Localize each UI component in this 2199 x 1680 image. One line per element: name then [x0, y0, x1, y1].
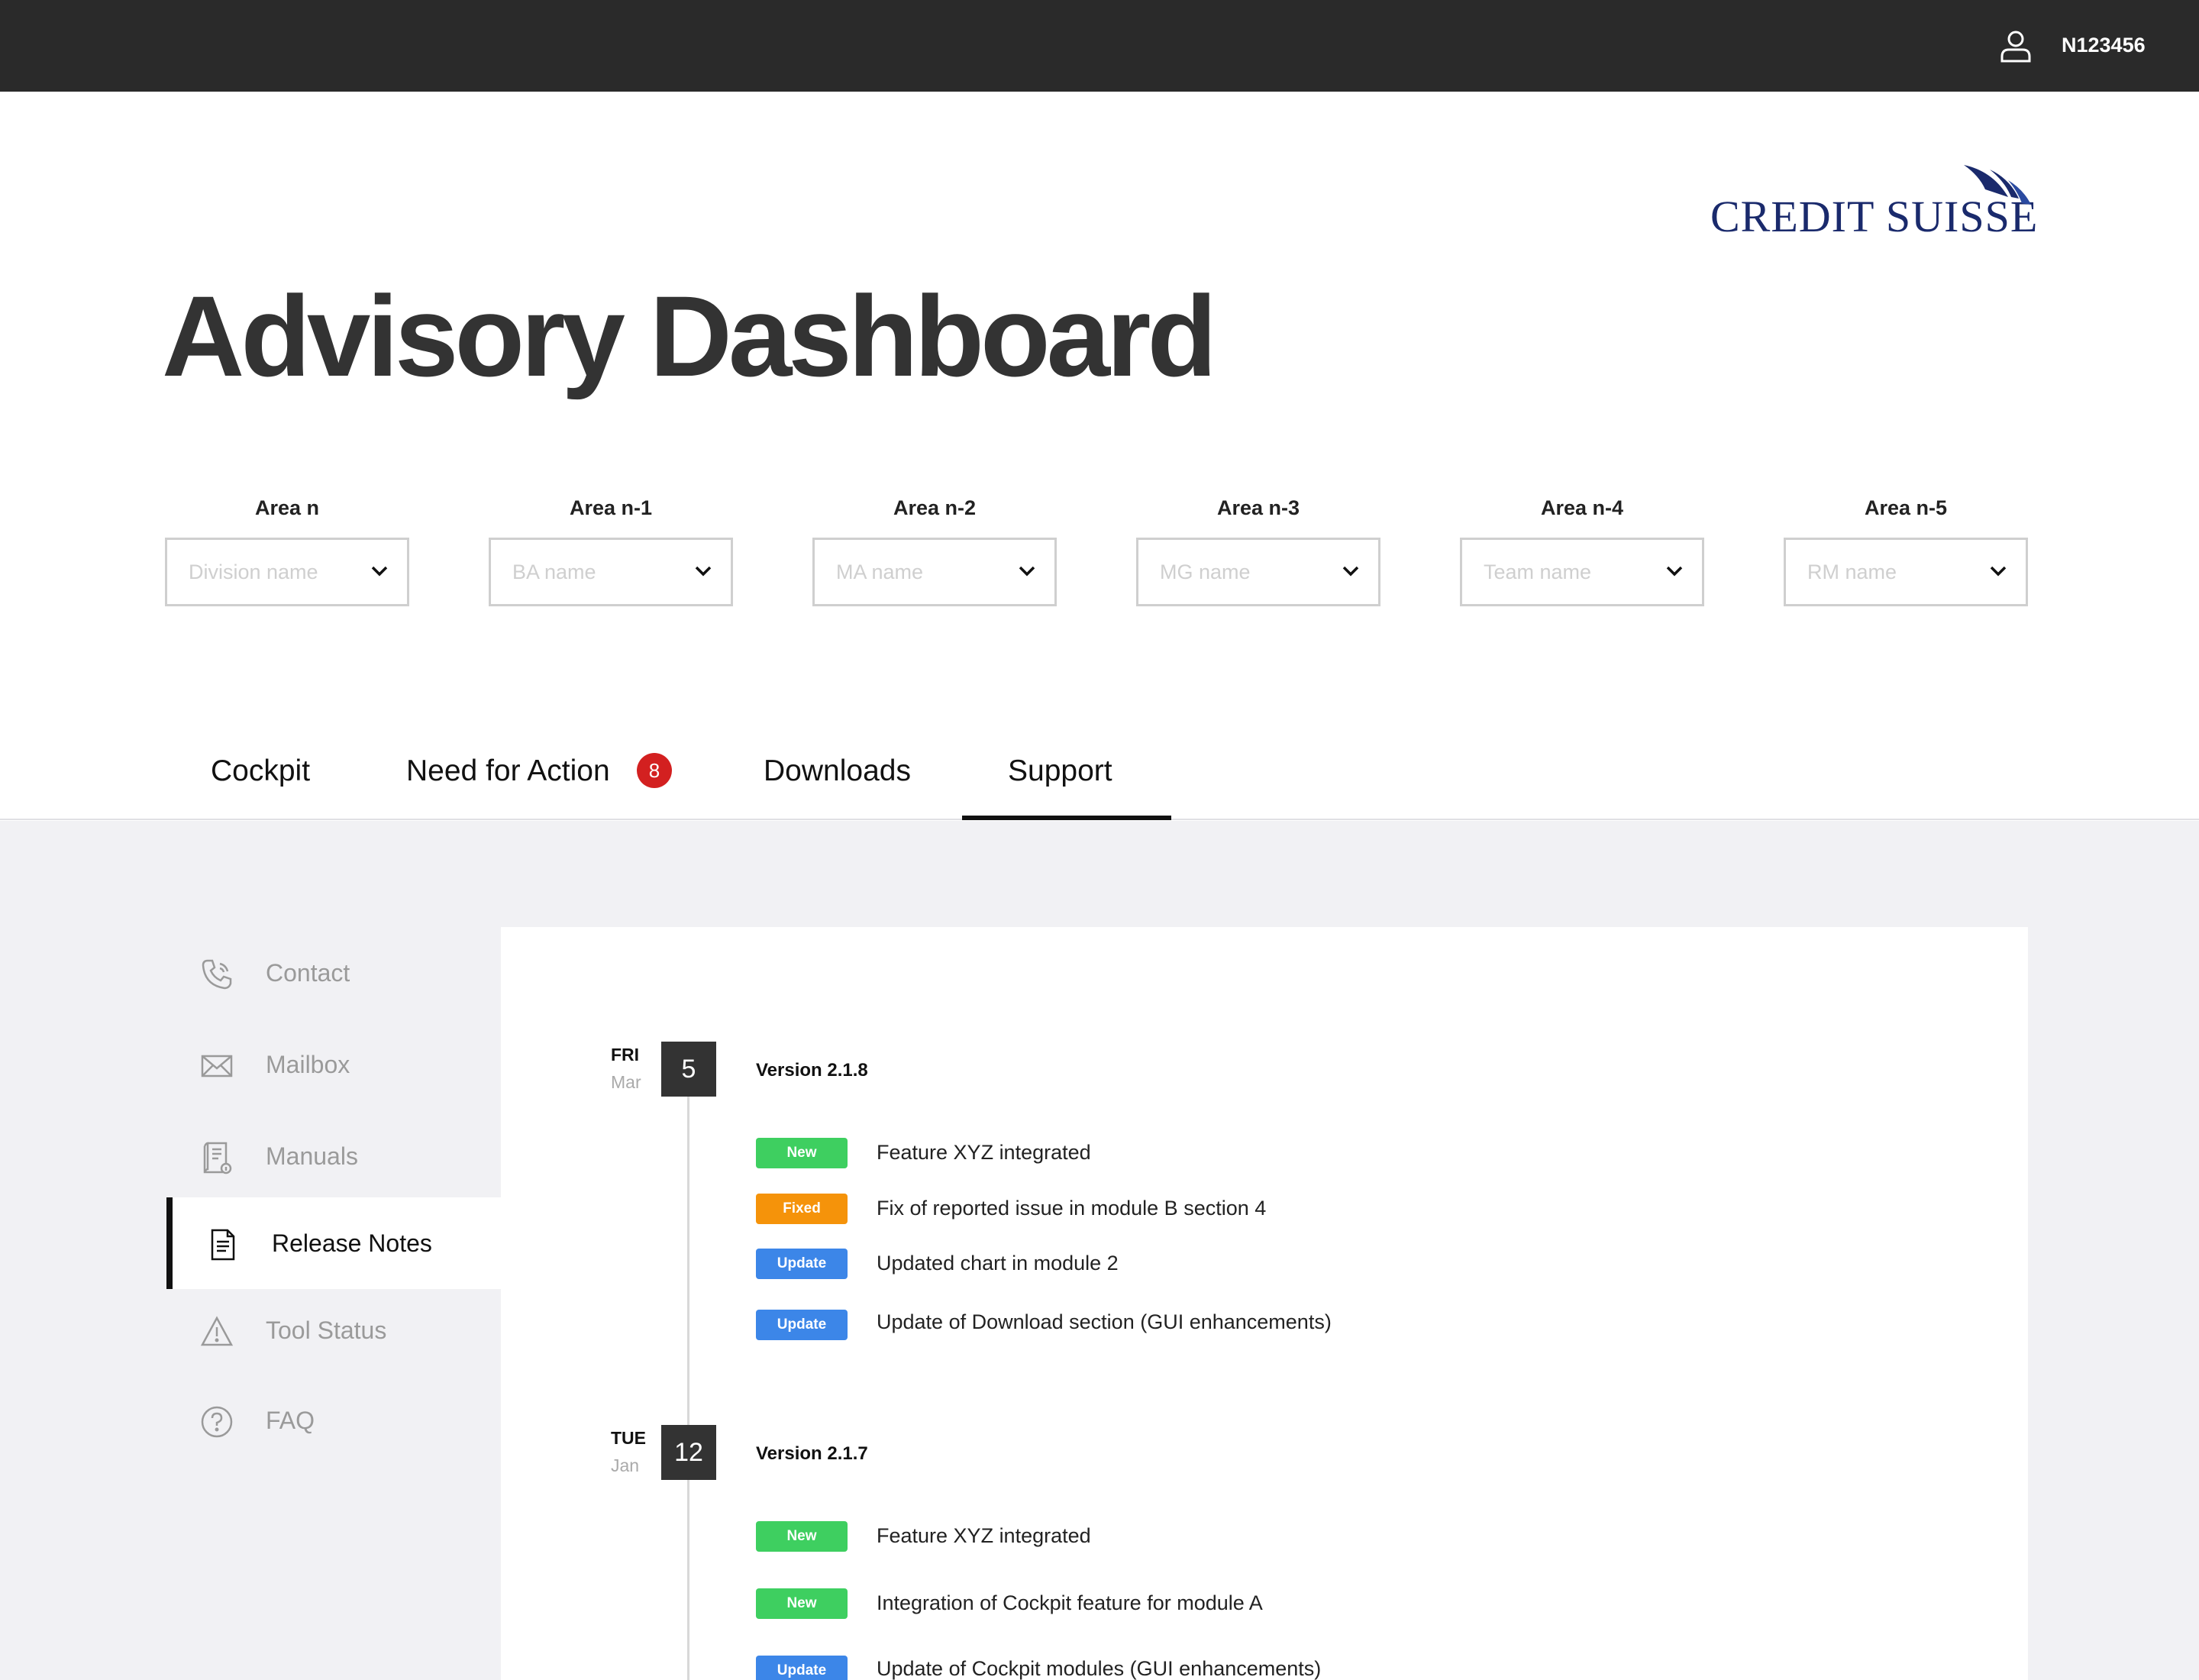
release-day: TUE: [611, 1428, 646, 1448]
tag-new: New: [756, 1521, 848, 1552]
release-month: Jan: [611, 1455, 640, 1475]
filter-placeholder: MG name: [1160, 561, 1251, 583]
filter-label: Area n-1: [569, 496, 653, 519]
sidebar-item-contact[interactable]: Contact: [166, 927, 501, 1019]
filter-label: Area n-5: [1864, 496, 1948, 519]
filter-placeholder: RM name: [1807, 561, 1897, 583]
main-tabs: Cockpit Need for Action Downloads Suppor…: [0, 733, 2199, 820]
sidebar-item-tool-status[interactable]: Tool Status: [166, 1284, 501, 1376]
sidebar-item-release-notes[interactable]: Release Notes: [166, 1197, 501, 1289]
user-id[interactable]: N123456: [2062, 34, 2146, 57]
release-note: Integration of Cockpit feature for modul…: [877, 1591, 1263, 1614]
ba-select[interactable]: BA name: [489, 538, 733, 606]
tag-update: Update: [756, 1656, 848, 1680]
filter-area-n-3: Area n-3 MG name: [1136, 496, 1380, 606]
tab-support[interactable]: Support: [1008, 754, 1112, 788]
chevron-down-icon: [695, 566, 712, 577]
release-note: Fix of reported issue in module B sectio…: [877, 1197, 1267, 1220]
filter-placeholder: Team name: [1484, 561, 1592, 583]
release-note: Feature XYZ integrated: [877, 1141, 1091, 1164]
chevron-down-icon: [1019, 566, 1035, 577]
release-version: Version 2.1.8: [756, 1060, 868, 1081]
tab-cockpit[interactable]: Cockpit: [211, 754, 310, 788]
sidebar-item-label: Contact: [266, 959, 350, 987]
tab-need-for-action[interactable]: Need for Action: [406, 754, 610, 788]
tag-update: Update: [756, 1249, 848, 1279]
tag-update: Update: [756, 1310, 848, 1340]
rm-select[interactable]: RM name: [1784, 538, 2028, 606]
tab-downloads[interactable]: Downloads: [764, 754, 911, 788]
top-bar: [0, 0, 2199, 92]
active-tab-indicator: [962, 816, 1171, 820]
division-select[interactable]: Division name: [165, 538, 409, 606]
filter-label: Area n: [254, 496, 320, 519]
release-notes-panel: [501, 927, 2028, 1680]
tag-new: New: [756, 1138, 848, 1168]
tag-new: New: [756, 1588, 848, 1619]
need-for-action-badge: 8: [637, 753, 672, 788]
mg-select[interactable]: MG name: [1136, 538, 1380, 606]
release-date: 12: [661, 1425, 716, 1480]
release-month: Mar: [611, 1072, 641, 1092]
mail-icon: [201, 1055, 233, 1077]
sidebar-item-label: Tool Status: [266, 1317, 387, 1344]
chevron-down-icon: [1666, 566, 1683, 577]
page-title: Advisory Dashboard: [162, 272, 1217, 400]
release-note: Update of Cockpit modules (GUI enhanceme…: [877, 1657, 1322, 1680]
release-version: Version 2.1.7: [756, 1443, 868, 1464]
filter-label: Area n-3: [1216, 496, 1300, 519]
document-icon: [211, 1229, 235, 1261]
chevron-down-icon: [371, 566, 388, 577]
manual-icon: [203, 1142, 232, 1174]
tag-fixed: Fixed: [756, 1194, 848, 1224]
filter-area-n-4: Area n-4 Team name: [1460, 496, 1704, 606]
phone-icon: [202, 959, 232, 990]
sail-logo-icon: [1964, 165, 2031, 205]
sidebar-item-label: Mailbox: [266, 1051, 350, 1078]
sidebar-item-label: Release Notes: [272, 1229, 432, 1257]
sidebar-item-mailbox[interactable]: Mailbox: [166, 1019, 501, 1110]
chevron-down-icon: [1990, 566, 2007, 577]
timeline-line: [687, 1069, 689, 1680]
filter-area-n: Area n Division name: [165, 496, 409, 606]
sidebar-item-manuals[interactable]: Manuals: [166, 1110, 501, 1202]
sidebar-item-label: FAQ: [266, 1407, 315, 1434]
filter-placeholder: Division name: [189, 561, 318, 583]
sidebar-item-faq[interactable]: FAQ: [166, 1375, 501, 1466]
filter-area-n-1: Area n-1 BA name: [489, 496, 733, 606]
release-note: Feature XYZ integrated: [877, 1524, 1091, 1547]
team-select[interactable]: Team name: [1460, 538, 1704, 606]
filter-area-n-5: Area n-5 RM name: [1784, 496, 2028, 606]
ma-select[interactable]: MA name: [812, 538, 1057, 606]
warning-icon: [200, 1316, 234, 1346]
filter-placeholder: BA name: [512, 561, 596, 583]
credit-suisse-logo: CREDIT SUISSE: [1710, 163, 2037, 241]
user-icon[interactable]: [1997, 27, 2034, 64]
release-note: Update of Download section (GUI enhancem…: [877, 1310, 1332, 1333]
release-note: Updated chart in module 2: [877, 1252, 1119, 1275]
chevron-down-icon: [1342, 566, 1359, 577]
filter-area-n-2: Area n-2 MA name: [812, 496, 1057, 606]
filter-label: Area n-2: [893, 496, 977, 519]
filter-label: Area n-4: [1540, 496, 1624, 519]
question-icon: [201, 1406, 233, 1438]
sidebar-item-label: Manuals: [266, 1142, 358, 1170]
filter-placeholder: MA name: [836, 561, 924, 583]
release-date: 5: [661, 1042, 716, 1097]
release-day: FRI: [611, 1045, 640, 1065]
